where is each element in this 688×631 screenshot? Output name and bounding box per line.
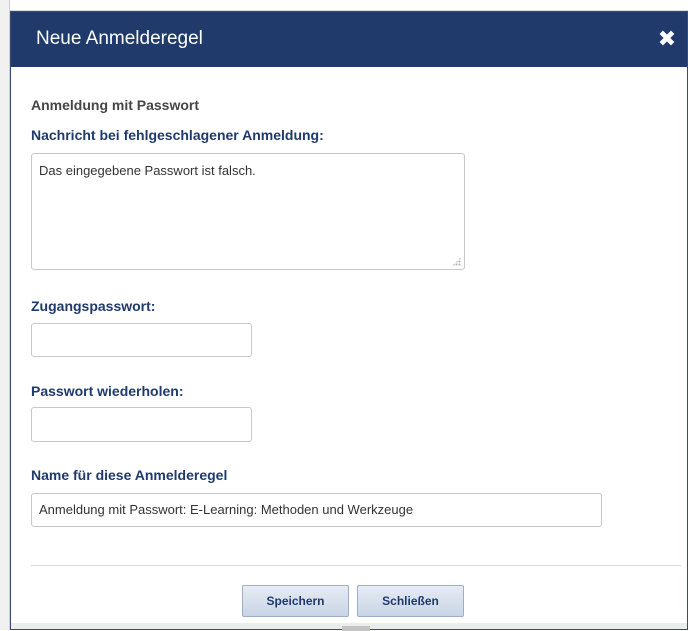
screen: Neue Anmelderegel ✖ Anmeldung mit Passwo… — [0, 0, 688, 631]
access-password-label: Zugangspasswort: — [31, 298, 156, 314]
close-icon[interactable]: ✖ — [655, 26, 679, 52]
repeat-password-label: Passwort wiederholen: — [31, 383, 184, 399]
section-title: Anmeldung mit Passwort — [31, 97, 200, 113]
failure-message-label: Nachricht bei fehlgeschlagener Anmeldung… — [31, 127, 324, 143]
failure-message-textarea[interactable]: Das eingegebene Passwort ist falsch. — [31, 153, 465, 270]
save-button[interactable]: Speichern — [242, 585, 349, 617]
rule-name-input[interactable]: Anmeldung mit Passwort: E-Learning: Meth… — [31, 493, 602, 527]
footer-divider — [31, 565, 681, 566]
rule-name-value: Anmeldung mit Passwort: E-Learning: Meth… — [39, 502, 414, 517]
dialog-titlebar[interactable]: Neue Anmelderegel ✖ — [11, 12, 687, 67]
rule-name-label: Name für diese Anmelderegel — [31, 467, 228, 483]
scroll-indicator[interactable] — [342, 626, 370, 631]
dialog-title: Neue Anmelderegel — [36, 28, 203, 49]
access-password-input[interactable] — [31, 323, 252, 357]
background-left-edge — [0, 0, 10, 630]
new-login-rule-dialog: Neue Anmelderegel ✖ Anmeldung mit Passwo… — [10, 11, 688, 631]
repeat-password-input[interactable] — [31, 407, 252, 442]
resize-handle-icon[interactable] — [452, 257, 461, 266]
close-button[interactable]: Schließen — [357, 585, 464, 617]
background-top — [0, 0, 688, 11]
failure-message-text: Das eingegebene Passwort ist falsch. — [39, 163, 256, 178]
